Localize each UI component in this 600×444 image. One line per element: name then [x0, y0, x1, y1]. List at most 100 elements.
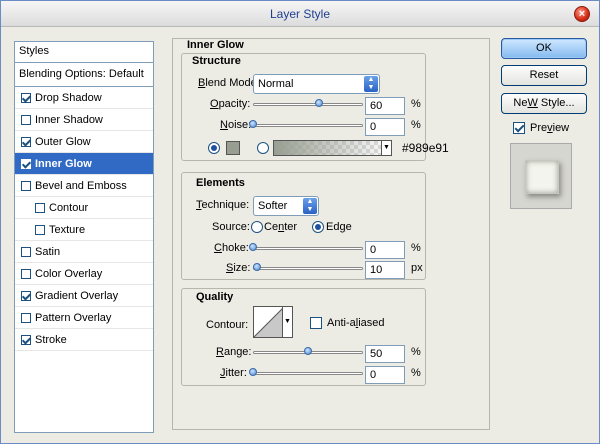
jitter-slider[interactable]	[249, 368, 363, 376]
style-item-drop-shadow[interactable]: Drop Shadow	[15, 87, 153, 109]
noise-label: Noise:	[220, 119, 252, 131]
close-icon[interactable]: ×	[574, 6, 590, 22]
style-item-label: Stroke	[35, 334, 67, 346]
style-checkbox[interactable]	[21, 159, 31, 169]
range-input[interactable]: 50	[365, 345, 405, 363]
style-item-pattern-overlay[interactable]: Pattern Overlay	[15, 307, 153, 329]
elements-group: Elements Technique: Softer ▲ ▼ Source: Ce…	[181, 172, 426, 280]
slider-track	[253, 124, 363, 127]
quality-heading: Quality	[196, 291, 234, 303]
technique-label: Technique:	[196, 199, 250, 211]
choke-slider[interactable]	[249, 243, 363, 251]
color-swatch[interactable]	[226, 141, 240, 155]
style-item-outer-glow[interactable]: Outer Glow	[15, 131, 153, 153]
choke-label: Choke:	[214, 242, 249, 254]
noise-unit: %	[411, 119, 421, 131]
structure-heading: Structure	[192, 55, 241, 67]
size-slider[interactable]	[253, 263, 363, 271]
style-item-color-overlay[interactable]: Color Overlay	[15, 263, 153, 285]
title-bar: Layer Style ×	[1, 1, 599, 27]
technique-value: Softer	[258, 200, 288, 212]
blend-mode-select[interactable]: Normal ▲ ▼	[253, 74, 380, 94]
style-checkbox[interactable]	[21, 181, 31, 191]
slider-track	[253, 247, 363, 250]
structure-group: Structure Blend Mode: Normal ▲ ▼ Opacity:…	[181, 53, 449, 161]
select-arrows-icon: ▲ ▼	[303, 198, 317, 214]
style-item-texture[interactable]: Texture	[15, 219, 153, 241]
size-input[interactable]: 10	[365, 261, 405, 279]
ok-button[interactable]: OK	[501, 38, 587, 59]
style-item-bevel-and-emboss[interactable]: Bevel and Emboss	[15, 175, 153, 197]
noise-slider-thumb[interactable]	[249, 120, 257, 128]
style-item-satin[interactable]: Satin	[15, 241, 153, 263]
contour-label: Contour:	[206, 319, 249, 331]
style-item-stroke[interactable]: Stroke	[15, 329, 153, 351]
style-checkbox[interactable]	[21, 291, 31, 301]
range-slider[interactable]	[253, 347, 363, 355]
style-item-gradient-overlay[interactable]: Gradient Overlay	[15, 285, 153, 307]
edge-label[interactable]: Edge	[326, 221, 352, 233]
jitter-unit: %	[411, 367, 421, 379]
styles-header[interactable]: Styles	[15, 42, 153, 63]
style-item-label: Outer Glow	[35, 136, 91, 148]
preview-label[interactable]: Preview	[530, 122, 569, 134]
style-item-inner-shadow[interactable]: Inner Shadow	[15, 109, 153, 131]
jitter-input[interactable]: 0	[365, 366, 405, 384]
opacity-slider-thumb[interactable]	[315, 99, 323, 107]
style-item-inner-glow[interactable]: Inner Glow	[15, 153, 153, 175]
style-item-label: Texture	[49, 224, 86, 236]
reset-button[interactable]: Reset	[501, 65, 587, 86]
range-slider-thumb[interactable]	[304, 347, 312, 355]
slider-track	[253, 267, 363, 270]
center-label[interactable]: Center	[264, 221, 297, 233]
style-item-label: Contour	[49, 202, 89, 214]
noise-slider[interactable]	[249, 120, 363, 128]
jitter-label: Jitter:	[220, 367, 247, 379]
contour-picker[interactable]: ▼	[253, 306, 293, 338]
noise-input[interactable]: 0	[365, 118, 405, 136]
opacity-unit: %	[411, 98, 421, 110]
style-checkbox[interactable]	[35, 203, 45, 213]
style-preview	[510, 143, 572, 209]
opacity-slider[interactable]	[253, 99, 363, 107]
panel-title: Inner Glow	[187, 39, 244, 51]
style-checkbox[interactable]	[21, 247, 31, 257]
center-radio[interactable]	[251, 221, 263, 233]
quality-group: Quality Contour: ▼ Anti-aliased Range: 5…	[181, 288, 426, 386]
jitter-slider-thumb[interactable]	[249, 368, 257, 376]
chevron-down-icon[interactable]: ▼	[381, 141, 391, 155]
preview-checkbox[interactable]	[513, 122, 525, 134]
gradient-picker[interactable]: ▼	[273, 140, 392, 156]
choke-slider-thumb[interactable]	[249, 243, 257, 251]
solid-color-radio[interactable]	[208, 142, 220, 154]
anti-aliased-checkbox[interactable]	[310, 317, 322, 329]
style-checkbox[interactable]	[21, 269, 31, 279]
style-item-contour[interactable]: Contour	[15, 197, 153, 219]
window-title: Layer Style	[269, 7, 331, 21]
gradient-radio[interactable]	[257, 142, 269, 154]
preview-swatch	[525, 160, 559, 194]
style-checkbox[interactable]	[35, 225, 45, 235]
choke-unit: %	[411, 242, 421, 254]
technique-select[interactable]: Softer ▲ ▼	[253, 196, 319, 216]
chevron-down-icon[interactable]: ▼	[282, 307, 292, 337]
color-hex-value: #989e91	[402, 141, 449, 155]
blending-options-item[interactable]: Blending Options: Default	[15, 63, 153, 87]
slider-track	[253, 103, 363, 106]
style-checkbox[interactable]	[21, 93, 31, 103]
style-item-label: Color Overlay	[35, 268, 103, 280]
edge-radio[interactable]	[312, 221, 324, 233]
new-style-button[interactable]: NeW Style...	[501, 93, 587, 114]
opacity-input[interactable]: 60	[365, 97, 405, 115]
range-unit: %	[411, 346, 421, 358]
range-label: Range:	[216, 346, 252, 358]
style-checkbox[interactable]	[21, 137, 31, 147]
style-checkbox[interactable]	[21, 335, 31, 345]
style-item-label: Drop Shadow	[35, 92, 102, 104]
style-checkbox[interactable]	[21, 115, 31, 125]
choke-input[interactable]: 0	[365, 241, 405, 259]
anti-aliased-label[interactable]: Anti-aliased	[327, 317, 385, 329]
style-checkbox[interactable]	[21, 313, 31, 323]
opacity-label: Opacity:	[210, 98, 251, 110]
styles-list: Styles Blending Options: Default Drop Sh…	[14, 41, 154, 433]
